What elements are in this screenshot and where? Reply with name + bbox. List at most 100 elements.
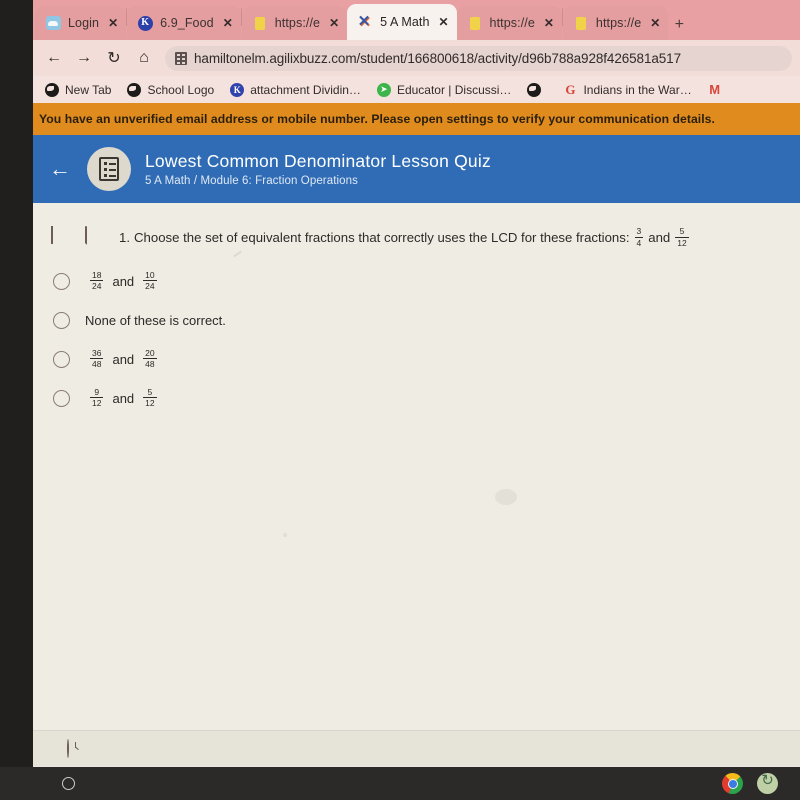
answer-label: 9 12 and 5 12 — [85, 386, 162, 409]
back-arrow-icon[interactable]: ← — [47, 158, 73, 180]
tab-label: https://e — [274, 16, 321, 30]
yellow-doc-icon — [467, 15, 483, 31]
question-number: 1. — [119, 230, 130, 246]
reload-icon[interactable]: ↻ — [101, 45, 127, 71]
browser-tab-https-1[interactable]: https://e ✕ — [241, 6, 348, 40]
answer-option-c[interactable]: 36 48 and 20 48 — [53, 340, 800, 379]
close-icon[interactable]: ✕ — [542, 16, 556, 30]
clock-icon[interactable] — [67, 738, 69, 758]
browser-tab-https-3[interactable]: https://e ✕ — [562, 6, 669, 40]
bookmark-label: School Logo — [147, 82, 215, 97]
green-arrow-icon: ➤ — [376, 82, 391, 97]
question-body: Choose the set of equivalent fractions t… — [134, 230, 630, 246]
bookmark-indians-in-the-war[interactable]: G Indians in the War… — [557, 83, 697, 97]
kahoot-k-icon: K — [230, 82, 245, 97]
gmail-icon: M — [709, 82, 721, 97]
fraction-numerator: 5 — [147, 386, 153, 397]
buzz-x-icon: ✕ — [357, 14, 373, 30]
browser-window: Login ✕ K 6.9_Food ✕ https://e ✕ ✕ 5 A M… — [33, 0, 800, 767]
fraction-numerator: 36 — [92, 347, 102, 358]
os-taskbar — [0, 767, 800, 800]
conjunction: and — [112, 391, 135, 406]
browser-tab-5a-math[interactable]: ✕ 5 A Math ✕ — [347, 4, 457, 40]
answer-fraction-2: 20 48 — [143, 347, 157, 369]
answer-option-d[interactable]: 9 12 and 5 12 — [53, 379, 800, 418]
unverified-email-banner: You have an unverified email address or … — [33, 103, 800, 135]
bookmark-gmail[interactable]: M — [702, 83, 734, 97]
radio-button[interactable] — [53, 312, 70, 329]
close-icon[interactable]: ✕ — [437, 15, 451, 29]
globe-icon — [45, 82, 59, 97]
browser-tab-food[interactable]: K 6.9_Food ✕ — [127, 6, 241, 40]
globe-icon — [127, 82, 142, 97]
answer-label: 18 24 and 10 24 — [85, 269, 162, 292]
chrome-icon[interactable] — [722, 773, 743, 794]
bookmark-new-tab[interactable]: New Tab — [39, 82, 117, 97]
fraction-numerator: 9 — [94, 386, 100, 397]
fraction-denominator: 4 — [634, 236, 644, 248]
conjunction: and — [648, 230, 671, 246]
site-info-icon[interactable] — [175, 51, 187, 65]
answer-label: None of these is correct. — [85, 313, 226, 328]
fraction-denominator: 12 — [143, 397, 157, 408]
fraction-denominator: 12 — [90, 397, 104, 408]
close-icon[interactable]: ✕ — [106, 16, 120, 30]
question-fraction-2: 5 12 — [675, 226, 689, 247]
quiz-body: 1. Choose the set of equivalent fraction… — [33, 203, 800, 730]
fraction-numerator: 20 — [145, 347, 155, 358]
quiz-footer — [33, 730, 800, 766]
browser-toolbar: ← → ↻ ⌂ hamiltonelm.agilixbuzz.com/stude… — [33, 40, 800, 76]
new-tab-button[interactable]: + — [668, 10, 690, 40]
note-icon[interactable] — [85, 226, 103, 247]
bookmark-attachment-dividing[interactable]: K attachment Dividin… — [224, 82, 367, 97]
browser-tab-https-2[interactable]: https://e ✕ — [456, 6, 562, 40]
fraction-numerator: 3 — [636, 226, 642, 236]
quiz-sheet-icon — [87, 147, 131, 191]
home-icon[interactable]: ⌂ — [131, 45, 157, 71]
tab-label: https://e — [595, 16, 642, 30]
back-icon[interactable]: ← — [41, 45, 67, 71]
bookmark-educator-discussion[interactable]: ➤ Educator | Discussi… — [371, 82, 518, 97]
refresh-green-icon[interactable] — [757, 771, 778, 794]
fraction-numerator: 5 — [679, 226, 685, 236]
fraction-denominator: 48 — [90, 358, 104, 369]
conjunction: and — [112, 352, 135, 367]
radio-button[interactable] — [53, 351, 70, 368]
tab-label: https://e — [489, 16, 535, 30]
answer-label: 36 48 and 20 48 — [85, 347, 162, 370]
bookmarks-bar: New Tab School Logo K attachment Dividin… — [33, 76, 800, 103]
radio-button[interactable] — [53, 273, 70, 290]
fraction-denominator: 48 — [143, 358, 157, 369]
cloud-icon — [45, 15, 61, 31]
close-icon[interactable]: ✕ — [327, 16, 341, 30]
bookmark-label: attachment Dividin… — [250, 82, 361, 97]
screen-photo: Login ✕ K 6.9_Food ✕ https://e ✕ ✕ 5 A M… — [0, 0, 800, 800]
google-g-icon: G — [565, 82, 576, 97]
fraction-numerator: 18 — [92, 269, 102, 280]
tab-label: 6.9_Food — [160, 16, 214, 30]
bookmark-label: Educator | Discussi… — [396, 82, 512, 97]
answer-option-a[interactable]: 18 24 and 10 24 — [53, 262, 800, 301]
address-bar[interactable]: hamiltonelm.agilixbuzz.com/student/16680… — [165, 45, 792, 71]
bookmark-icon[interactable] — [51, 226, 69, 247]
quiz-title-group: Lowest Common Denominator Lesson Quiz 5 … — [145, 151, 491, 187]
bookmark-globe[interactable] — [521, 82, 553, 97]
fraction-numerator: 10 — [145, 269, 155, 280]
forward-icon[interactable]: → — [71, 45, 97, 71]
answer-fraction-2: 5 12 — [143, 386, 157, 408]
close-icon[interactable]: ✕ — [221, 16, 235, 30]
page-title: Lowest Common Denominator Lesson Quiz — [145, 151, 491, 171]
answer-fraction-1: 36 48 — [90, 347, 104, 369]
system-tray — [722, 771, 778, 794]
yellow-doc-icon — [573, 15, 589, 31]
answer-option-b[interactable]: None of these is correct. — [53, 301, 800, 340]
radio-button[interactable] — [53, 390, 70, 407]
url-text: hamiltonelm.agilixbuzz.com/student/16680… — [194, 50, 682, 66]
bookmark-school-logo[interactable]: School Logo — [121, 82, 220, 97]
globe-icon — [527, 82, 542, 97]
browser-tab-login[interactable]: Login ✕ — [35, 6, 127, 40]
fraction-denominator: 24 — [90, 280, 104, 291]
close-icon[interactable]: ✕ — [648, 16, 662, 30]
launcher-circle-icon[interactable] — [62, 777, 75, 790]
question-text: 1. Choose the set of equivalent fraction… — [119, 227, 694, 248]
